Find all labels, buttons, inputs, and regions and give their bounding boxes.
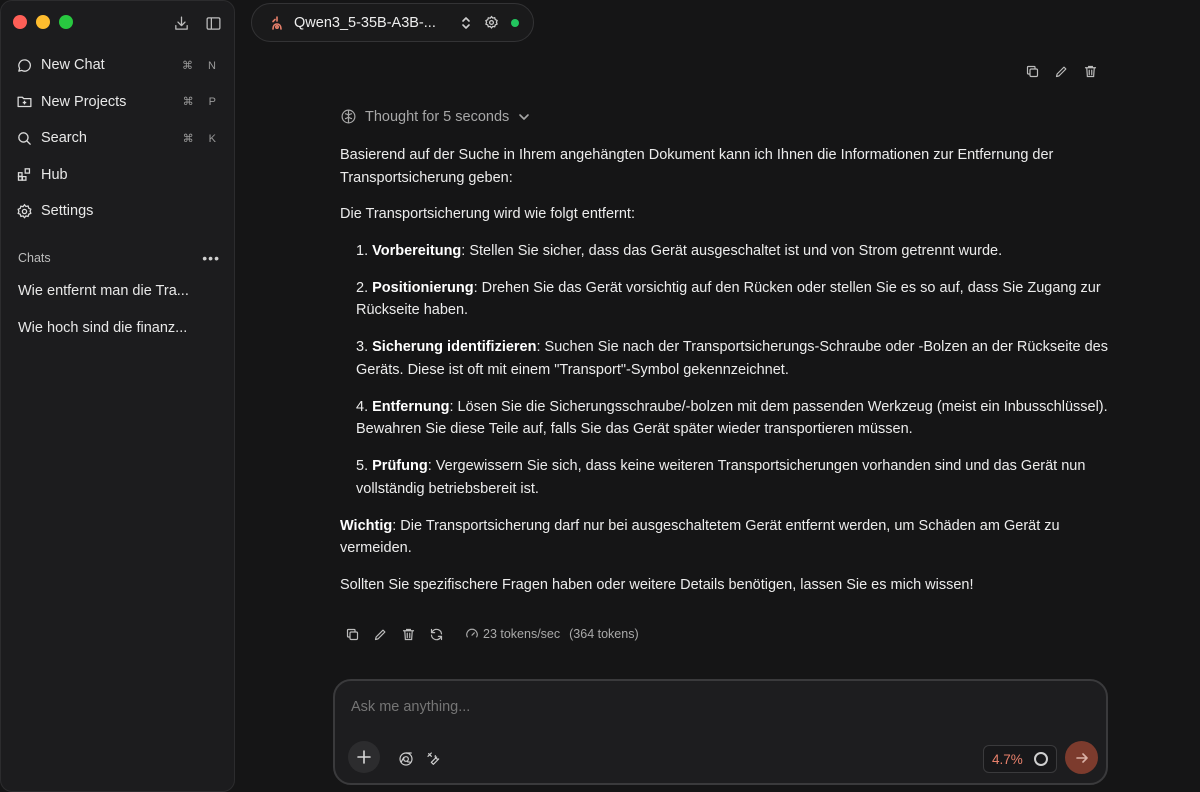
sidebar-item-label: Hub: [41, 166, 68, 183]
message-intro: Basierend auf der Suche in Ihrem angehän…: [340, 147, 1054, 186]
regenerate-icon[interactable]: [427, 625, 445, 643]
more-options-icon[interactable]: •••: [202, 251, 220, 265]
copy-icon[interactable]: [343, 625, 361, 643]
minimize-window-button[interactable]: [36, 15, 50, 29]
message-actions: 23 tokens/sec (364 tokens): [343, 625, 639, 643]
sidebar-item-new-chat[interactable]: New Chat ⌘ N: [9, 47, 226, 84]
tokens-per-second: 23 tokens/sec: [483, 627, 561, 641]
chat-list-item[interactable]: Wie entfernt man die Tra...: [18, 273, 220, 310]
warning-text: : Die Transportsicherung darf nur bei au…: [340, 517, 1060, 557]
step-number: 3.: [356, 339, 373, 355]
list-item: 5. Prüfung: Vergewissern Sie sich, dass …: [356, 455, 1110, 500]
list-item: 4. Entfernung: Lösen Sie die Sicherungss…: [356, 396, 1110, 441]
warning-note: Wichtig: Die Transportsicherung darf nur…: [340, 515, 1110, 560]
model-status-indicator: [511, 18, 519, 27]
sidebar-item-settings[interactable]: Settings: [9, 193, 226, 230]
send-button[interactable]: [1065, 741, 1098, 774]
warning-title: Wichtig: [340, 517, 393, 534]
delete-icon[interactable]: [1081, 62, 1099, 80]
total-tokens: (364 tokens): [569, 627, 639, 641]
chat-input[interactable]: [351, 699, 1090, 715]
gear-icon: [15, 202, 33, 220]
maximize-window-button[interactable]: [59, 15, 73, 29]
model-selector[interactable]: Qwen3_5-35B-A3B-...: [251, 3, 534, 42]
shortcut-hint: ⌘ N: [182, 59, 222, 72]
step-title: Positionierung: [372, 279, 474, 296]
sidebar-item-hub[interactable]: Hub: [9, 157, 226, 194]
model-name: Qwen3_5-35B-A3B-...: [294, 14, 436, 31]
step-title: Prüfung: [372, 458, 428, 474]
copy-icon[interactable]: [1023, 62, 1041, 80]
brain-icon: [340, 108, 358, 126]
web-search-icon[interactable]: [398, 751, 414, 767]
step-text: : Stellen Sie sicher, dass das Gerät aus…: [461, 242, 1003, 259]
step-text: : Vergewissern Sie sich, dass keine weit…: [356, 458, 1086, 497]
message-closing: Sollten Sie spezifischere Fragen haben o…: [340, 576, 974, 593]
download-icon[interactable]: [172, 14, 190, 32]
assistant-message: Basierend auf der Suche in Ihrem angehän…: [340, 144, 1110, 610]
list-item: 1. Vorbereitung: Stellen Sie sicher, das…: [356, 240, 1110, 263]
step-number: 5.: [356, 458, 373, 474]
add-attachment-button[interactable]: [348, 741, 380, 773]
grid-icon: [15, 166, 33, 184]
chevron-up-down-icon[interactable]: [460, 16, 472, 30]
thought-toggle[interactable]: Thought for 5 seconds: [340, 108, 530, 126]
steps-list: 1. Vorbereitung: Stellen Sie sicher, das…: [340, 240, 1110, 501]
sidebar-item-search[interactable]: Search ⌘ K: [9, 120, 226, 157]
search-icon: [15, 129, 33, 147]
tools-icon[interactable]: [426, 751, 442, 767]
sidebar-toggle-icon[interactable]: [204, 14, 222, 32]
chats-label: Chats: [18, 251, 51, 265]
shortcut-hint: ⌘ K: [182, 132, 222, 145]
sidebar-item-label: New Projects: [41, 93, 127, 110]
sidebar-item-label: Settings: [41, 203, 94, 220]
thought-label: Thought for 5 seconds: [365, 109, 510, 125]
chat-bubble-icon: [15, 56, 33, 74]
step-title: Entfernung: [372, 398, 450, 415]
steps-intro: Die Transportsicherung wird wie folgt en…: [340, 206, 635, 222]
message-toolbar: [1023, 62, 1099, 80]
chat-composer: 4.7%: [333, 679, 1108, 785]
sidebar-nav: New Chat ⌘ N New Projects ⌘ P Search ⌘ K…: [9, 47, 226, 230]
edit-icon[interactable]: [1052, 62, 1070, 80]
speedometer-icon: [465, 627, 479, 641]
list-item: 2. Positionierung: Drehen Sie das Gerät …: [356, 277, 1110, 322]
sidebar-item-new-projects[interactable]: New Projects ⌘ P: [9, 84, 226, 121]
context-usage-value: 4.7%: [992, 751, 1023, 767]
list-item: 3. Sicherung identifizieren: Suchen Sie …: [356, 336, 1110, 381]
step-number: 1.: [356, 242, 373, 259]
sidebar: New Chat ⌘ N New Projects ⌘ P Search ⌘ K…: [0, 0, 235, 792]
step-title: Vorbereitung: [372, 242, 462, 259]
step-number: 4.: [356, 398, 373, 415]
window-controls: [13, 15, 73, 29]
chats-section-header: Chats •••: [18, 251, 220, 265]
step-text: : Lösen Sie die Sicherungsschraube/-bolz…: [356, 398, 1108, 438]
shortcut-hint: ⌘ P: [182, 96, 222, 109]
chat-list: Wie entfernt man die Tra... Wie hoch sin…: [18, 273, 220, 346]
usage-ring-icon: [1034, 752, 1048, 766]
model-provider-icon: [270, 15, 286, 31]
chevron-down-icon: [518, 111, 530, 123]
edit-icon[interactable]: [371, 625, 389, 643]
folder-plus-icon: [15, 93, 33, 111]
chat-list-item[interactable]: Wie hoch sind die finanz...: [18, 310, 220, 347]
sidebar-item-label: Search: [41, 130, 87, 147]
step-number: 2.: [356, 279, 373, 296]
model-settings-icon[interactable]: [484, 15, 499, 30]
delete-icon[interactable]: [399, 625, 417, 643]
context-usage-indicator[interactable]: 4.7%: [983, 745, 1057, 773]
sidebar-item-label: New Chat: [41, 57, 105, 74]
step-title: Sicherung identifizieren: [372, 339, 537, 355]
close-window-button[interactable]: [13, 15, 27, 29]
